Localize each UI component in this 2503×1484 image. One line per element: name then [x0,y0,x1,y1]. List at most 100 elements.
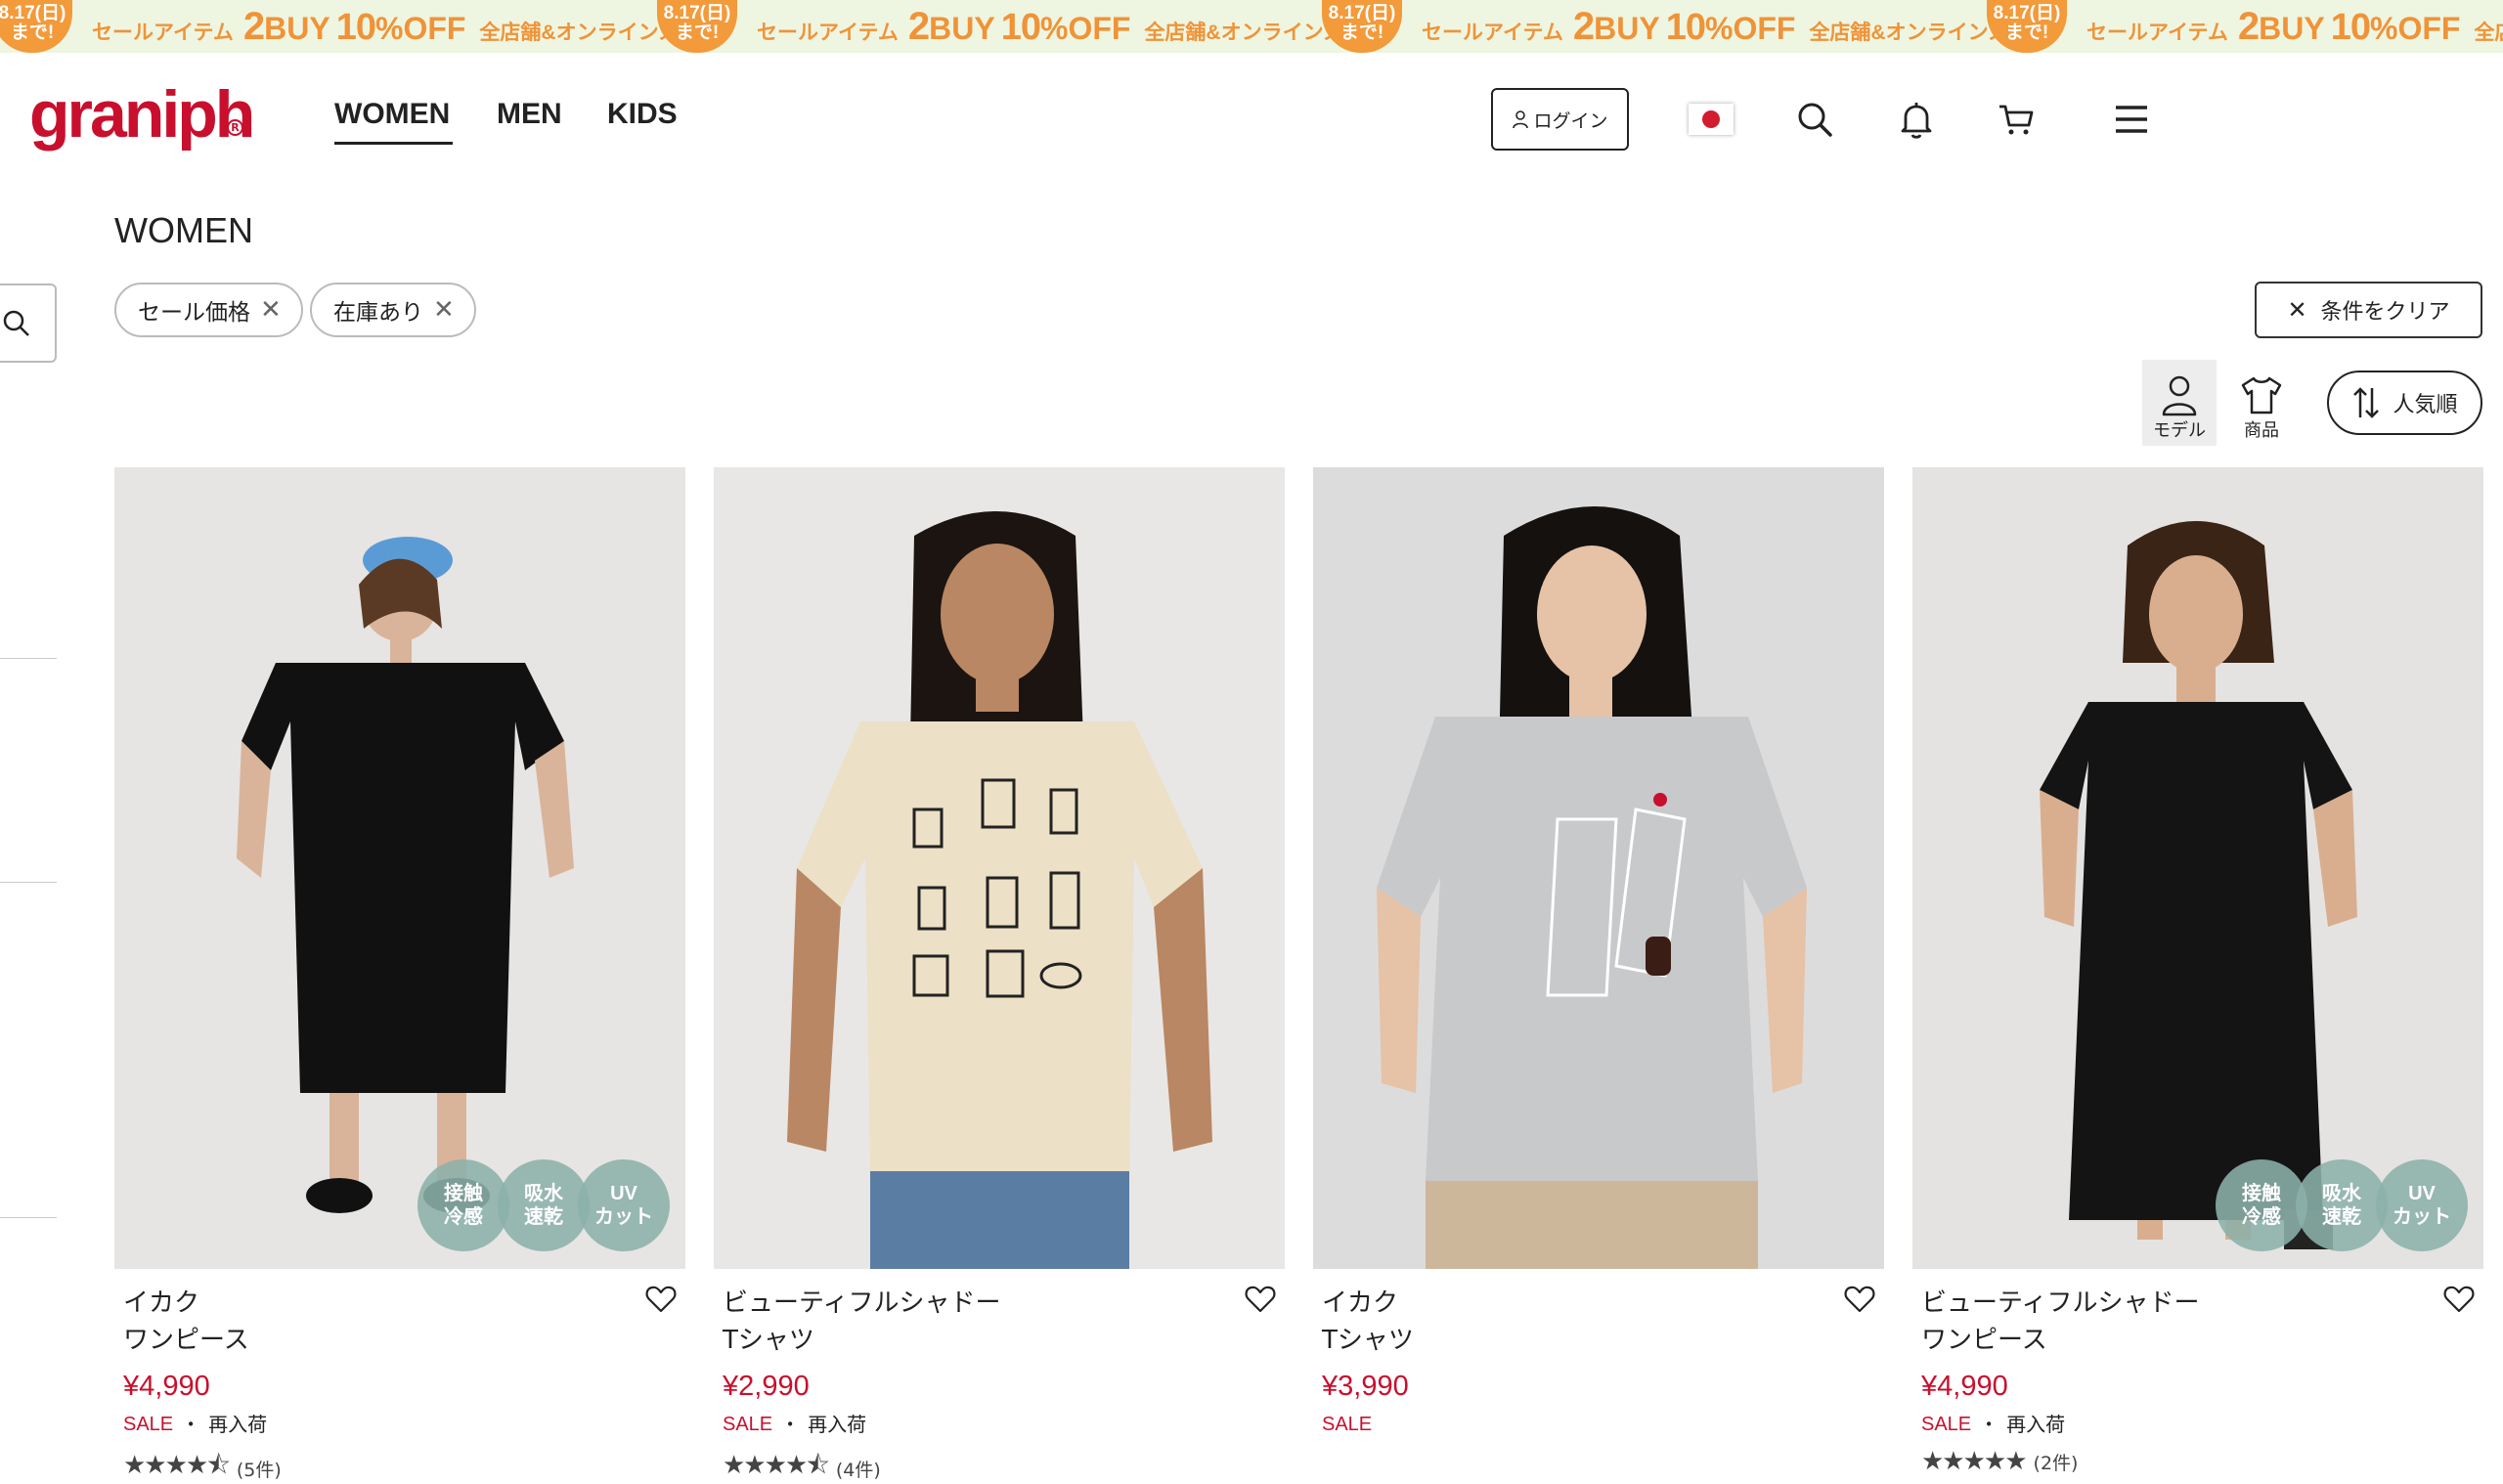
registered-mark-icon: R [227,119,243,136]
product-tags: SALE ・再入荷 [723,1410,1276,1439]
nav-men[interactable]: MEN [497,98,562,131]
sidebar-search-button[interactable] [0,284,57,363]
date-line: まで! [10,22,55,43]
restock-tag: 再入荷 [2006,1413,2066,1436]
banner-store-text: 全店舗&オンラインストア [2474,21,2503,44]
star-rating-icon: ★★★★★ [1921,1447,2028,1476]
date-badge: 8.17(日) まで! [1987,0,2067,53]
nav-active-underline [334,142,453,145]
banner-segment: 8.17(日)まで!セールアイテム2BUY10%OFF全店舗&オンラインストア [0,0,720,53]
product-card[interactable]: 接触 冷感 吸水 速乾 UV カットイカク ワンピース ¥4,990 SALE ・再入荷 ★★★★⯪… [114,467,685,1484]
sort-button[interactable]: 人気順 [2327,371,2482,435]
product-rating[interactable]: ★★★★★ (2件) [1921,1447,2475,1476]
graniph-logo[interactable]: graniph [29,76,255,153]
banner-ten: 10 [335,6,376,48]
filter-chip-sale-price[interactable]: セール価格 ✕ [114,283,303,337]
bell-icon[interactable] [1895,98,1938,141]
view-item-label: 商品 [2244,420,2279,441]
product-price: ¥2,990 [723,1371,810,1402]
menu-icon[interactable] [2110,98,2153,141]
view-item-toggle[interactable]: 商品 [2224,360,2299,446]
date-badge: 8.17(日) まで! [0,0,72,53]
sidebar-divider [0,882,57,883]
date-line: まで! [1339,22,1384,43]
feature-badge: 接触 冷感 [2216,1159,2307,1251]
heart-icon[interactable] [2442,1283,2476,1316]
tag-separator: ・ [780,1413,801,1436]
search-icon[interactable] [1793,98,1836,141]
banner-text: セールアイテム2BUY10%OFF全店舗&オンラインストア [2086,5,2503,49]
cart-icon[interactable] [1995,98,2038,141]
japan-flag-icon[interactable] [1689,104,1734,135]
close-icon: ✕ [2287,296,2307,324]
date-line: まで! [2004,22,2049,43]
sale-tag: SALE [123,1414,174,1435]
banner-sale-text: セールアイテム [1422,21,1563,44]
banner-two: 2 [2237,4,2260,48]
banner-buy: BUY [1594,10,1660,46]
banner-text: セールアイテム2BUY10%OFF全店舗&オンラインストア [1422,5,2049,49]
view-model-label: モデル [2153,420,2206,441]
banner-pct-off: %OFF [1705,10,1796,46]
product-tags: SALE [1322,1410,1875,1439]
product-price: ¥4,990 [123,1371,210,1402]
close-icon[interactable]: ✕ [433,297,455,323]
product-brand[interactable]: イカク [123,1285,677,1322]
sort-label: 人気順 [2393,393,2458,417]
heart-icon[interactable] [1843,1283,1876,1316]
product-type[interactable]: Tシャツ [1322,1322,1875,1359]
product-brand[interactable]: ビューティフルシャドー [723,1285,1276,1322]
search-icon [3,310,29,336]
feature-badge: UV カット [578,1159,670,1251]
date-badge: 8.17(日) まで! [657,0,737,53]
banner-sale-text: セールアイテム [757,21,899,44]
banner-two: 2 [242,4,265,48]
banner-buy: BUY [264,10,330,46]
product-image[interactable] [1313,467,1884,1269]
product-card[interactable]: イカク Tシャツ ¥3,990 SALE [1313,467,1884,1439]
product-type[interactable]: ワンピース [1921,1322,2475,1359]
banner-two: 2 [907,4,930,48]
product-tags: SALE ・再入荷 [123,1410,677,1439]
product-card[interactable]: 接触 冷感 吸水 速乾 UV カット ビューティフルシャドー ワンピース ¥4,990 SALE ・… [1912,467,2483,1476]
promo-banner[interactable]: 8.17(日) まで! セールアイテム 2 BUY 10 %OFF 全店舗&オンラインストア 8… [0,0,2503,53]
product-image[interactable] [714,467,1285,1269]
banner-ten: 10 [2330,6,2371,48]
banner-ten: 10 [1665,6,1706,48]
feature-badge: 接触 冷感 [417,1159,509,1251]
filter-chip-label: セール価格 [138,300,250,326]
banner-two: 2 [1572,4,1595,48]
product-card[interactable]: ビューティフルシャドー Tシャツ ¥2,990 SALE ・再入荷 ★★★★⯪ (4件) [714,467,1285,1484]
product-brand[interactable]: ビューティフルシャドー [1921,1285,2475,1322]
banner-segment: 8.17(日)まで!セールアイテム2BUY10%OFF全店舗&オンラインストア [1987,0,2503,53]
login-button[interactable]: ログイン [1491,88,1629,151]
page-title: WOMEN [114,210,253,250]
product-info: イカク ワンピース ¥4,990 SALE ・再入荷 ★★★★⯪ (5件) [114,1269,685,1484]
heart-icon[interactable] [1244,1283,1277,1316]
product-rating[interactable]: ★★★★⯪ (4件) [723,1447,1276,1484]
view-model-toggle[interactable]: モデル [2142,360,2217,446]
feature-badge: 吸水 速乾 [498,1159,590,1251]
date-line: 8.17(日) [0,3,66,23]
product-brand[interactable]: イカク [1322,1285,1875,1322]
close-icon[interactable]: ✕ [260,297,282,323]
banner-segment: 8.17(日)まで!セールアイテム2BUY10%OFF全店舗&オンラインストア [657,0,1384,53]
nav-women[interactable]: WOMEN [334,98,450,131]
login-label: ログイン [1533,109,1608,132]
product-type[interactable]: Tシャツ [723,1322,1276,1359]
banner-text: セールアイテム2BUY10%OFF全店舗&オンラインストア [757,5,1384,49]
banner-pct-off: %OFF [1040,10,1131,46]
date-line: 8.17(日) [1993,3,2061,23]
filter-chip-in-stock[interactable]: 在庫あり ✕ [310,283,476,337]
product-image[interactable]: 接触 冷感 吸水 速乾 UV カット [114,467,685,1269]
star-rating-icon: ★★★★⯪ [723,1451,830,1480]
clear-filters-button[interactable]: ✕ 条件をクリア [2255,282,2482,338]
heart-icon[interactable] [644,1283,678,1316]
banner-pct-off: %OFF [2370,10,2461,46]
product-rating[interactable]: ★★★★⯪ (5件) [123,1447,677,1484]
product-type[interactable]: ワンピース [123,1322,677,1359]
nav-kids[interactable]: KIDS [607,98,678,131]
product-image[interactable]: 接触 冷感 吸水 速乾 UV カット [1912,467,2483,1269]
feature-badges: 接触 冷感 吸水 速乾 UV カット [2216,1159,2468,1251]
feature-badge: 吸水 速乾 [2296,1159,2388,1251]
